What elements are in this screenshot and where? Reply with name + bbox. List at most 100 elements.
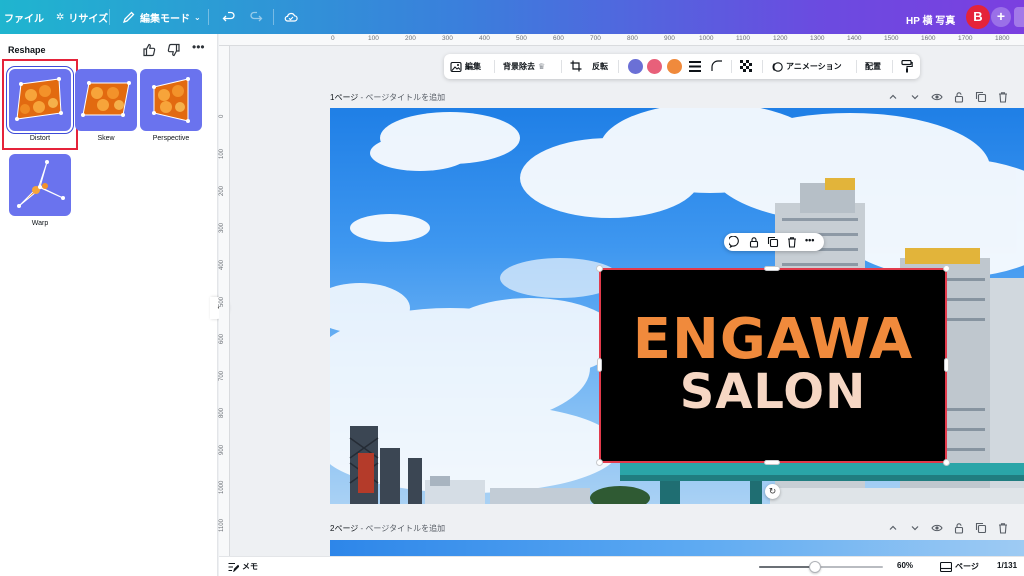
- ruler-mark: 1200: [773, 35, 788, 42]
- redo-icon[interactable]: [250, 10, 264, 24]
- resize-handle-tr[interactable]: [943, 265, 950, 272]
- vertical-ruler: 0 100 200 300 400 500 600 700 800 900 10…: [219, 46, 230, 556]
- rotate-handle-icon[interactable]: ↻: [765, 484, 780, 499]
- resize-handle-bottom[interactable]: [764, 460, 780, 465]
- pages-view-button[interactable]: ページ: [940, 561, 979, 572]
- reshape-option-skew[interactable]: [75, 69, 137, 131]
- pages-label: ページ: [955, 562, 979, 571]
- ruler-mark: 700: [590, 35, 601, 42]
- crop-icon[interactable]: [570, 60, 582, 72]
- page-2-actions: [887, 522, 1009, 534]
- color-swatch-3[interactable]: [667, 59, 682, 74]
- ruler-mark: 200: [405, 35, 416, 42]
- lock-icon[interactable]: [953, 91, 965, 103]
- resize-handle-bl[interactable]: [596, 459, 603, 466]
- duplicate-icon[interactable]: [975, 522, 987, 534]
- add-collaborator-button[interactable]: +: [991, 7, 1011, 27]
- chevron-up-icon[interactable]: [887, 91, 899, 103]
- bg-remove-label: 背景除去: [503, 62, 535, 71]
- arrange-button[interactable]: 配置: [865, 60, 881, 73]
- notes-icon: [228, 562, 239, 572]
- page-2-canvas[interactable]: [330, 540, 1024, 556]
- ruler-mark: 800: [219, 407, 225, 418]
- chevron-down-icon: ⌄: [194, 12, 201, 22]
- ruler-mark: 500: [219, 296, 225, 307]
- selected-image-element[interactable]: ENGAWA SALON: [599, 268, 947, 463]
- ruler-mark: 200: [219, 185, 225, 196]
- duplicate-icon[interactable]: [767, 236, 779, 248]
- resize-handle-right[interactable]: [944, 358, 949, 372]
- ruler-mark: 300: [219, 222, 225, 233]
- hide-eye-icon[interactable]: [931, 91, 943, 103]
- edit-image-button[interactable]: 編集: [450, 60, 481, 73]
- thumbs-down-icon[interactable]: [166, 42, 182, 58]
- ruler-mark: 500: [516, 35, 527, 42]
- ruler-mark: 100: [368, 35, 379, 42]
- paint-roller-icon[interactable]: [901, 60, 913, 73]
- chevron-up-icon[interactable]: [887, 522, 899, 534]
- trash-icon[interactable]: [786, 236, 798, 248]
- reshape-option-distort[interactable]: [9, 69, 71, 131]
- zoom-level[interactable]: 60%: [897, 561, 913, 570]
- trash-icon[interactable]: [997, 91, 1009, 103]
- warp-preview-icon: [17, 160, 65, 208]
- corner-rounding-icon[interactable]: [711, 60, 723, 72]
- more-options-icon[interactable]: •••: [192, 40, 208, 56]
- animation-icon: [772, 61, 783, 72]
- resize-button[interactable]: ✲ リサイズ: [56, 9, 108, 25]
- transparency-icon[interactable]: [740, 60, 753, 73]
- crown-icon: ♛: [538, 62, 546, 71]
- ruler-mark: 700: [219, 370, 225, 381]
- ruler-mark: 900: [664, 35, 675, 42]
- cloud-check-icon[interactable]: [284, 10, 298, 24]
- resize-label: リサイズ: [68, 13, 109, 25]
- chevron-down-icon[interactable]: [909, 91, 921, 103]
- ruler-mark: 600: [219, 333, 225, 344]
- resize-handle-top[interactable]: [764, 266, 780, 271]
- page-1-title-input[interactable]: ページタイトルを追加: [365, 93, 445, 102]
- hide-eye-icon[interactable]: [931, 522, 943, 534]
- duplicate-icon[interactable]: [975, 91, 987, 103]
- ruler-mark: 300: [442, 35, 453, 42]
- resize-handle-br[interactable]: [943, 459, 950, 466]
- resize-handle-tl[interactable]: [596, 265, 603, 272]
- page-count-value: 1/131: [997, 561, 1018, 570]
- ruler-mark: 1600: [921, 35, 936, 42]
- color-swatch-2[interactable]: [647, 59, 662, 74]
- distort-preview-icon: [15, 77, 63, 121]
- notes-button[interactable]: メモ: [228, 561, 258, 572]
- edit-mode-dropdown[interactable]: 編集モード ⌄: [122, 9, 201, 25]
- reshape-panel: Reshape ••• Distort Skew Perspective War…: [0, 34, 218, 576]
- zoom-slider[interactable]: [759, 561, 883, 573]
- page-2-title-input[interactable]: ページタイトルを追加: [365, 524, 445, 533]
- bg-remove-button[interactable]: 背景除去 ♛: [503, 60, 545, 73]
- zoom-slider-knob[interactable]: [808, 561, 821, 573]
- animation-button[interactable]: アニメーション: [771, 60, 842, 73]
- resize-handle-left[interactable]: [597, 358, 602, 372]
- file-menu[interactable]: ファイル: [4, 9, 44, 25]
- sign-line-2: SALON: [679, 364, 867, 420]
- trash-icon[interactable]: [997, 522, 1009, 534]
- image-icon: [450, 61, 462, 72]
- color-swatch-1[interactable]: [628, 59, 643, 74]
- file-menu-label: ファイル: [4, 13, 44, 25]
- chevron-down-icon[interactable]: [909, 522, 921, 534]
- page-1-number: 1ページ: [330, 93, 359, 102]
- lock-icon[interactable]: [953, 522, 965, 534]
- reshape-option-warp[interactable]: [9, 154, 71, 216]
- share-button[interactable]: [1014, 7, 1024, 27]
- more-options-icon[interactable]: •••: [805, 235, 814, 245]
- border-style-icon[interactable]: [689, 61, 701, 72]
- document-title[interactable]: HP 横 写真: [906, 12, 955, 27]
- comment-add-icon[interactable]: [729, 236, 741, 248]
- ruler-mark: 1100: [219, 519, 225, 532]
- page-count[interactable]: 1/131: [997, 561, 1017, 570]
- reshape-option-perspective[interactable]: [140, 69, 202, 131]
- undo-icon[interactable]: [221, 10, 235, 24]
- avatar[interactable]: B: [966, 5, 990, 29]
- ruler-mark: 900: [219, 444, 225, 455]
- ruler-mark: 1000: [219, 480, 225, 494]
- flip-button[interactable]: 反転: [592, 60, 608, 73]
- thumbs-up-icon[interactable]: [141, 42, 157, 58]
- lock-icon[interactable]: [748, 236, 760, 248]
